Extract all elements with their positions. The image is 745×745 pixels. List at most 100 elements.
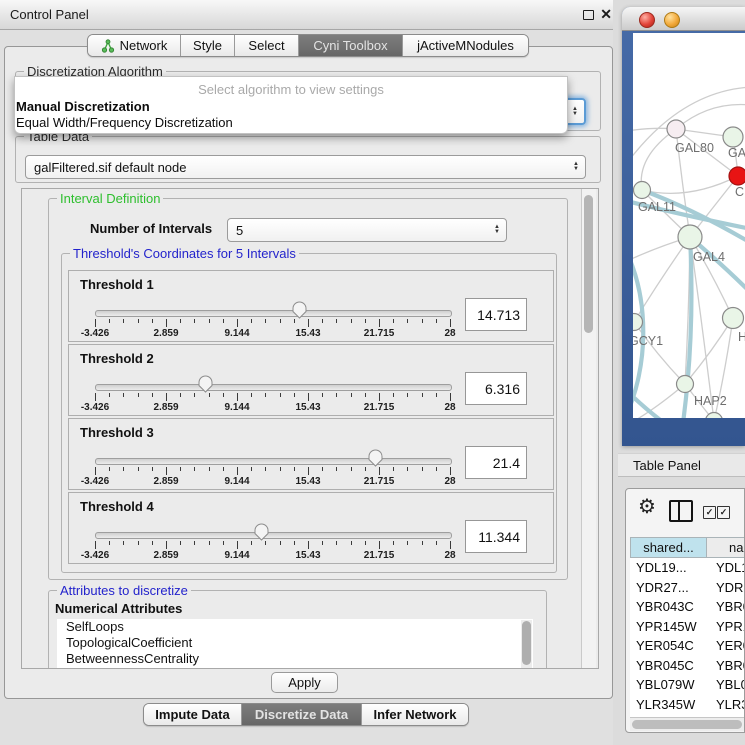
slider-thumb[interactable]: [291, 300, 308, 319]
table-cell-name[interactable]: YBR0: [707, 658, 745, 673]
table-cell-name[interactable]: YER0: [707, 638, 745, 653]
slider-tick: [436, 541, 437, 545]
table-cell-name[interactable]: YBR0: [707, 599, 745, 614]
table-row[interactable]: YBL079WYBL0: [630, 675, 745, 695]
tab-network[interactable]: Network: [88, 35, 180, 56]
network-node-label: GA: [728, 146, 745, 160]
column-header-shared-name[interactable]: shared...: [630, 537, 707, 558]
slider-track[interactable]: [95, 384, 452, 391]
slider-tick: [422, 393, 423, 397]
apply-button[interactable]: Apply: [271, 672, 338, 693]
table-cell-shared-name[interactable]: YDL19...: [630, 560, 707, 575]
threshold-value-input[interactable]: [465, 298, 527, 331]
table-cell-shared-name[interactable]: YBR045C: [630, 658, 707, 673]
slider-tick: [280, 541, 281, 545]
slider-tick: [393, 319, 394, 323]
gear-icon[interactable]: ⚙: [638, 494, 656, 519]
slider-thumb[interactable]: [367, 448, 384, 467]
table-row[interactable]: YBR043CYBR0: [630, 597, 745, 617]
slider-tick: [322, 467, 323, 471]
attribute-item[interactable]: BetweennessCentrality: [57, 651, 533, 667]
tab-impute-data[interactable]: Impute Data: [144, 704, 241, 725]
slider-tick: [280, 467, 281, 471]
tab-style[interactable]: Style: [180, 35, 234, 56]
slider-tick: [407, 467, 408, 471]
threshold-value-input[interactable]: [465, 446, 527, 479]
table-row[interactable]: YDL19...YDL1: [630, 558, 745, 578]
attribute-item[interactable]: TopologicalCoefficient: [57, 635, 533, 651]
table-row[interactable]: YER054CYER0: [630, 636, 745, 656]
slider-scale-label: 21.715: [357, 550, 401, 561]
slider-scale-label: 15.43: [286, 550, 330, 561]
network-node[interactable]: [723, 127, 743, 147]
network-canvas[interactable]: GAL80GACGAL11GAL4GCY1HHAP2: [633, 33, 745, 418]
control-panel-titlebar: Control Panel ✕: [0, 0, 618, 30]
slider-track[interactable]: [95, 458, 452, 465]
table-row[interactable]: YLR345WYLR3: [630, 695, 745, 715]
slider-track[interactable]: [95, 310, 452, 317]
table-row[interactable]: YBR045CYBR0: [630, 656, 745, 676]
close-traffic-light[interactable]: [639, 12, 655, 28]
dropdown-item-equal-width[interactable]: Equal Width/Frequency Discretization: [16, 115, 233, 130]
slider-tick: [379, 393, 380, 401]
table-row[interactable]: YPR145WYPR1: [630, 617, 745, 637]
attribute-item[interactable]: SelfLoops: [57, 619, 533, 635]
dropdown-item-manual-discretization[interactable]: Manual Discretization: [16, 99, 150, 114]
tab-infer-network[interactable]: Infer Network: [361, 704, 468, 725]
threshold-value-input[interactable]: [465, 520, 527, 553]
slider-track[interactable]: [95, 532, 452, 539]
table-cell-name[interactable]: YPR1: [707, 619, 745, 634]
slider-tick: [379, 319, 380, 327]
table-hscrollbar[interactable]: [630, 717, 745, 731]
slider-tick: [180, 541, 181, 545]
slider-tick: [194, 393, 195, 397]
float-window-icon[interactable]: [583, 10, 594, 20]
checkbox-icon[interactable]: ✓: [703, 506, 716, 519]
tab-discretize-data[interactable]: Discretize Data: [241, 704, 361, 725]
checkbox-icon[interactable]: ✓: [717, 506, 730, 519]
close-icon[interactable]: ✕: [600, 6, 612, 23]
table-cell-shared-name[interactable]: YER054C: [630, 638, 707, 653]
network-node[interactable]: [667, 120, 685, 138]
zoom-traffic-light[interactable]: [689, 12, 703, 26]
slider-tick: [393, 467, 394, 471]
table-cell-shared-name[interactable]: YPR145W: [630, 619, 707, 634]
table-hscrollbar-thumb[interactable]: [632, 720, 742, 729]
table-cell-name[interactable]: YBL0: [707, 677, 745, 692]
slider-scale-label: 21.715: [357, 476, 401, 487]
slider-scale-label: 15.43: [286, 328, 330, 339]
column-layout-icon[interactable]: [669, 500, 693, 522]
table-cell-name[interactable]: YDR2: [707, 580, 745, 595]
column-header-name[interactable]: na: [707, 537, 745, 558]
pane-scrollbar-thumb[interactable]: [584, 195, 593, 333]
slider-tick: [365, 393, 366, 397]
table-cell-shared-name[interactable]: YLR345W: [630, 697, 707, 712]
slider-thumb[interactable]: [197, 374, 214, 393]
num-intervals-combobox[interactable]: 5 ▲▼: [227, 218, 507, 242]
settings-scrollpane: Interval Definition Number of Intervals …: [21, 188, 599, 669]
network-window-titlebar[interactable]: [622, 7, 745, 31]
table-cell-shared-name[interactable]: YBR043C: [630, 599, 707, 614]
list-scrollbar[interactable]: [521, 620, 532, 669]
network-node[interactable]: [634, 182, 651, 199]
network-node[interactable]: [729, 167, 745, 185]
network-node[interactable]: [677, 376, 694, 393]
tab-cyni-toolbox[interactable]: Cyni Toolbox: [298, 35, 402, 56]
minimize-traffic-light[interactable]: [664, 12, 680, 28]
slider-tick: [251, 393, 252, 397]
slider-tick: [308, 319, 309, 327]
table-row[interactable]: YDR27...YDR2: [630, 578, 745, 598]
pane-scrollbar[interactable]: [581, 189, 596, 668]
network-node[interactable]: [723, 308, 744, 329]
table-cell-shared-name[interactable]: YBL079W: [630, 677, 707, 692]
tab-select[interactable]: Select: [234, 35, 298, 56]
table-cell-name[interactable]: YDL1: [707, 560, 745, 575]
table-cell-name[interactable]: YLR3: [707, 697, 745, 712]
network-node[interactable]: [678, 225, 702, 249]
slider-tick: [237, 541, 238, 549]
table-cell-shared-name[interactable]: YDR27...: [630, 580, 707, 595]
threshold-value-input[interactable]: [465, 372, 527, 405]
table-data-combobox[interactable]: galFiltered.sif default node ▲▼: [25, 155, 586, 179]
slider-thumb[interactable]: [253, 522, 270, 541]
tab-jactivemnodules[interactable]: jActiveMNodules: [402, 35, 528, 56]
